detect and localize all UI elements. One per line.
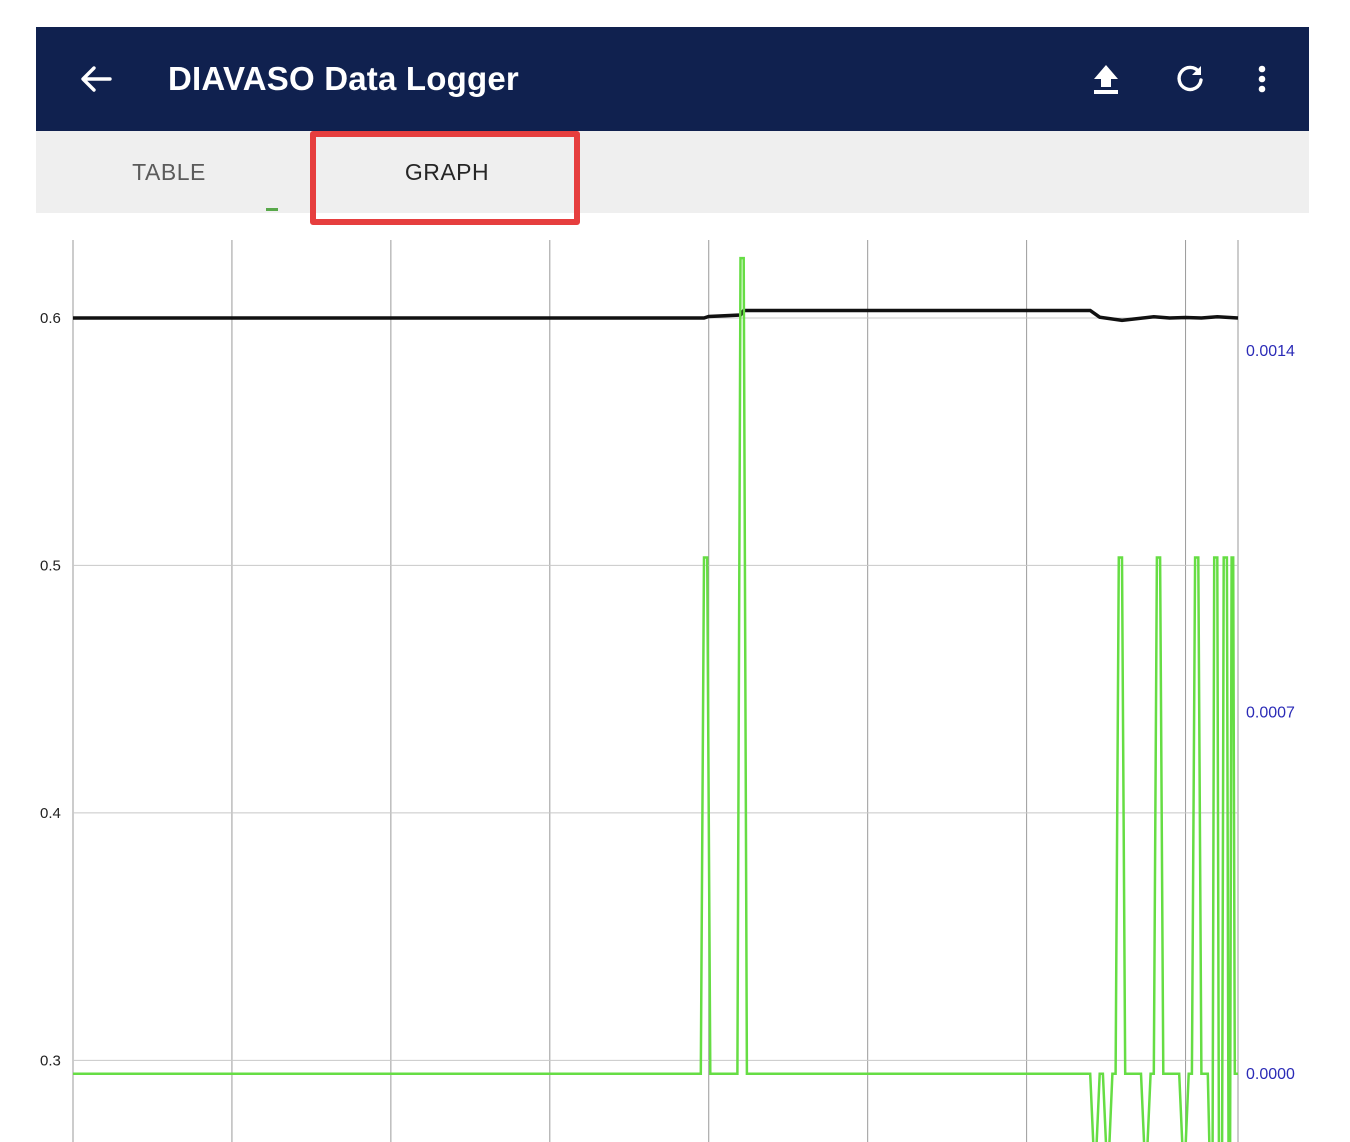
- app-bar: DIAVASO Data Logger: [36, 27, 1309, 131]
- tab-bar: TABLE GRAPH: [36, 131, 1309, 213]
- right-tick-label: 0.0007: [1246, 704, 1295, 721]
- left-tick-label: 0.4: [40, 805, 61, 822]
- left-axis-ticks: 0.6 0.5 0.4 0.3: [40, 310, 61, 1069]
- chart-grid: [72, 240, 1239, 1142]
- series-line-black: [73, 308, 1239, 323]
- left-tick-label: 0.6: [40, 310, 61, 327]
- refresh-icon[interactable]: [1170, 27, 1210, 131]
- arrow-back-icon[interactable]: [74, 27, 118, 131]
- right-tick-label: 0.0014: [1246, 343, 1295, 360]
- more-vert-icon[interactable]: [1248, 27, 1276, 131]
- right-tick-label: 0.0000: [1246, 1066, 1295, 1083]
- chart-series: [73, 256, 1239, 1142]
- series-line-green: [73, 256, 1238, 1142]
- tab-graph[interactable]: GRAPH: [314, 131, 580, 213]
- graph-chart[interactable]: 0.6 0.5 0.4 0.3 0.0014 0.0007 0.0000: [0, 230, 1350, 1142]
- upload-icon[interactable]: [1086, 27, 1126, 131]
- right-axis-ticks: 0.0014 0.0007 0.0000: [1246, 343, 1295, 1083]
- app-title: DIAVASO Data Logger: [168, 60, 519, 97]
- left-tick-label: 0.3: [40, 1052, 61, 1069]
- tab-indicator: [266, 208, 278, 211]
- left-tick-label: 0.5: [40, 557, 61, 574]
- tab-table[interactable]: TABLE: [36, 131, 302, 213]
